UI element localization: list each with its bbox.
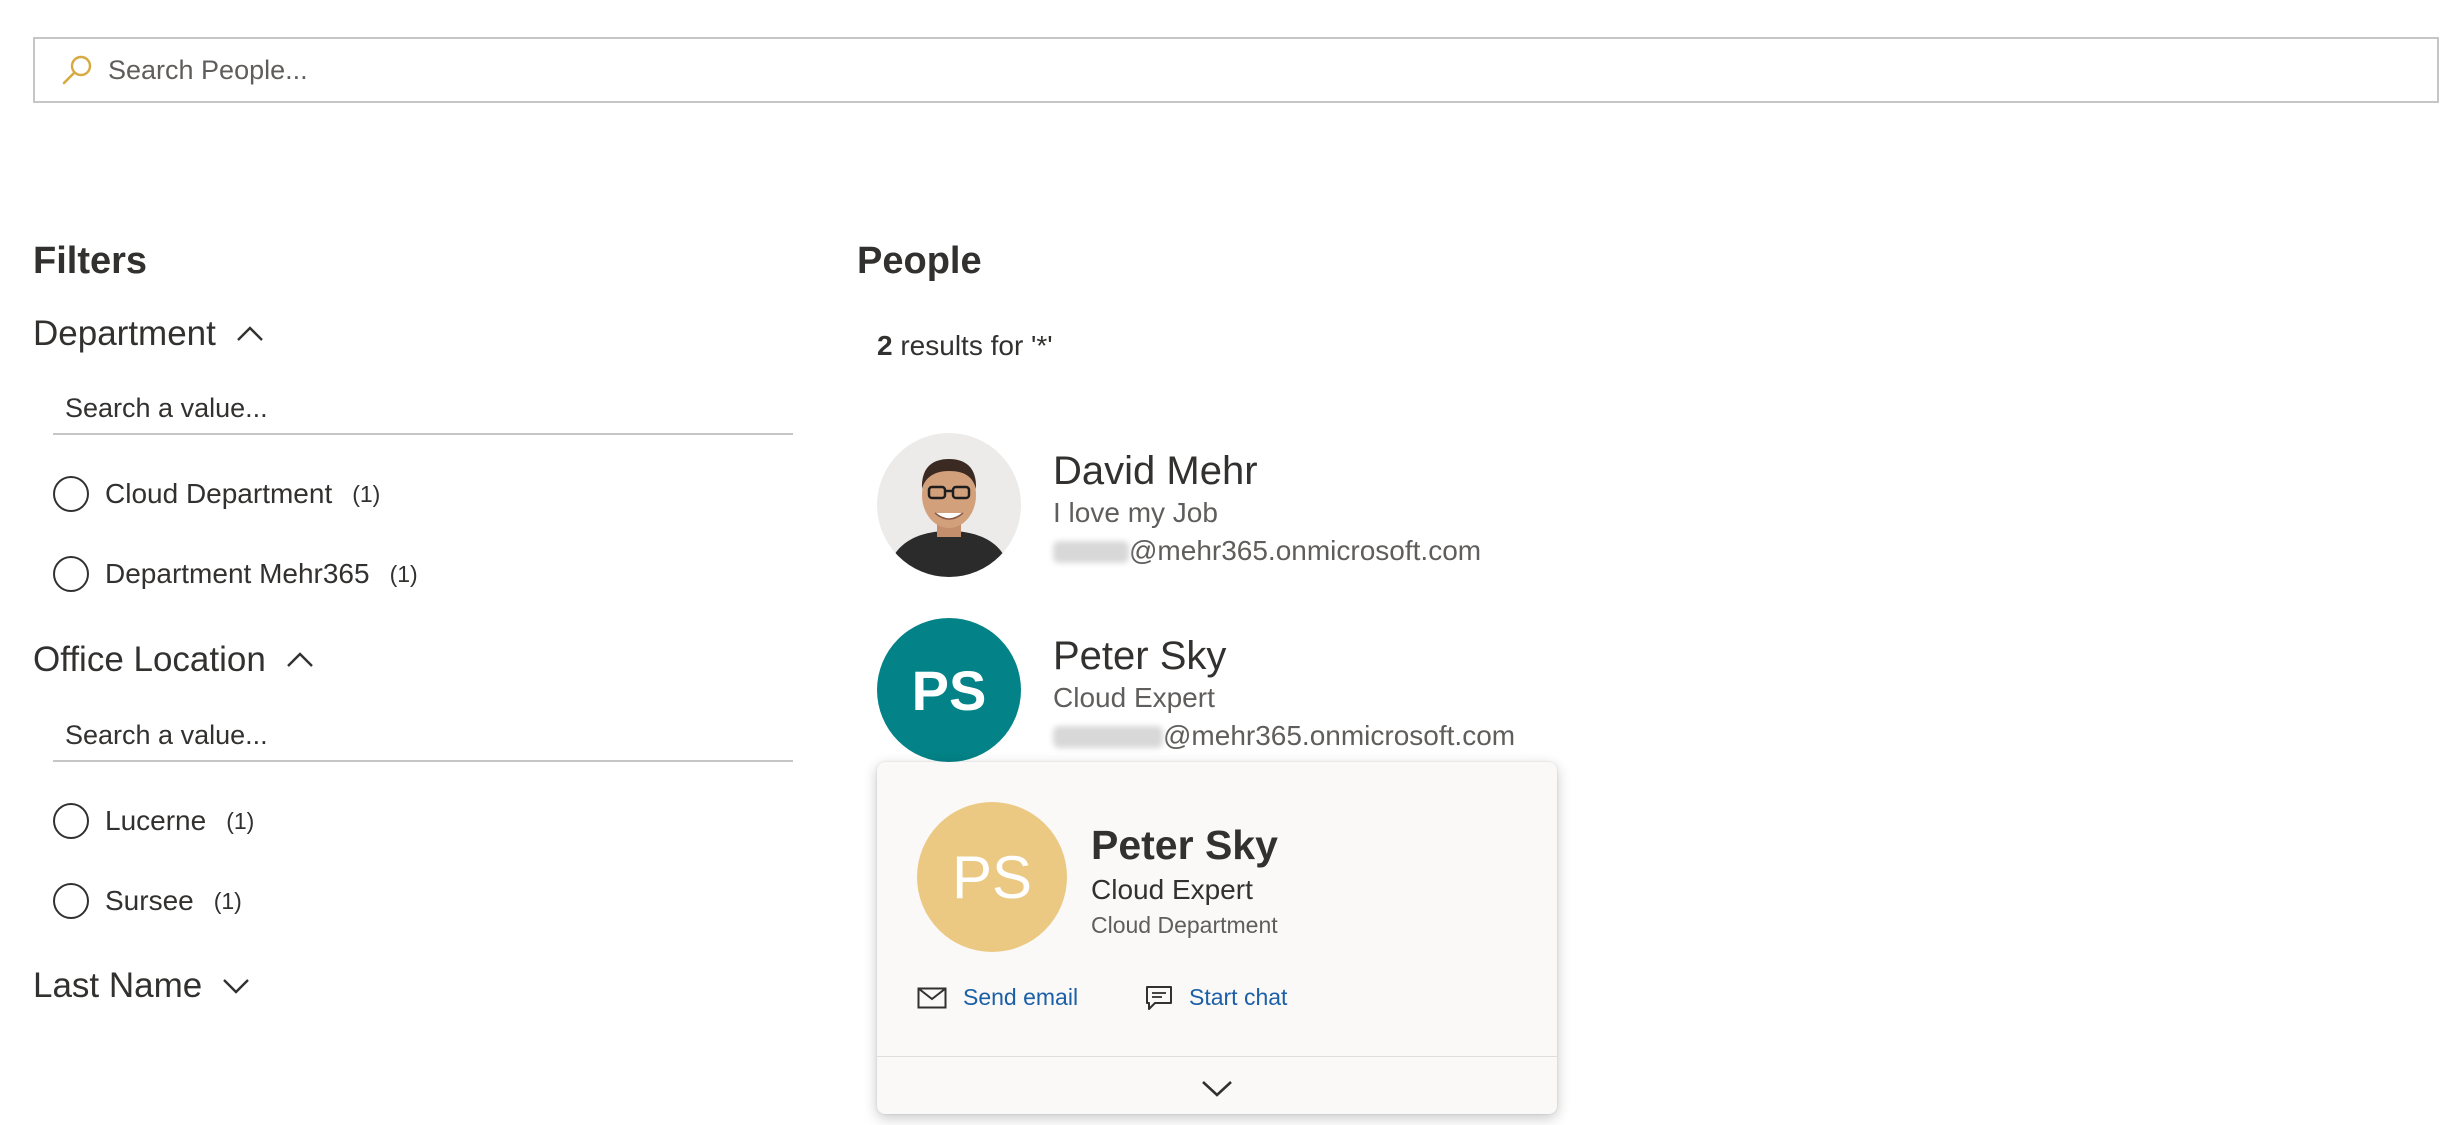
avatar-initials: PS [911,658,987,722]
person-card-department: Cloud Department [1091,912,1278,938]
filter-option-count: (1) [352,480,381,507]
redacted-text [1053,541,1129,563]
chevron-up-icon [237,326,263,341]
send-email-label: Send email [963,984,1079,1010]
filter-option-sursee[interactable]: Sursee (1) [53,880,242,922]
filter-group-last-name[interactable]: Last Name [33,966,250,1006]
person-job-title: Cloud Expert [1053,682,1215,713]
search-icon [62,55,92,85]
mail-icon [917,987,947,1008]
value-search-placeholder: Search a value... [65,393,268,423]
filter-option-label: Lucerne [105,805,207,836]
filter-option-count: (1) [226,807,255,834]
person-job-title: I love my Job [1053,497,1218,528]
filter-option-label: Cloud Department [105,478,333,509]
result-suffix: results for '*' [892,330,1053,361]
filter-group-department[interactable]: Department [33,314,264,354]
person-card-name: Peter Sky [1091,822,1278,868]
filter-option-cloud-department[interactable]: Cloud Department (1) [53,473,380,515]
chevron-down-icon[interactable] [1199,1076,1235,1100]
office-location-value-search[interactable]: Search a value... [53,710,793,762]
radio-button[interactable] [53,556,89,592]
filter-option-label: Sursee [105,885,194,916]
avatar-initials: PS [951,843,1033,911]
results-summary: 2 results for '*' [877,330,1053,362]
search-input[interactable]: Search People... [108,55,308,86]
filter-group-label: Department [33,314,216,353]
radio-button[interactable] [53,803,89,839]
people-search-box[interactable]: Search People... [33,37,2439,103]
filter-group-label: Last Name [33,966,203,1005]
email-domain: @mehr365.onmicrosoft.com [1163,720,1516,751]
radio-button[interactable] [53,883,89,919]
person-card-job-title: Cloud Expert [1091,874,1253,905]
person-card: PS Peter Sky Cloud Expert Cloud Departme… [877,762,1557,1114]
redacted-text [1053,726,1163,748]
send-email-button[interactable]: Send email [917,984,1078,1011]
filter-group-label: Office Location [33,640,266,679]
avatar[interactable]: PS [877,618,1021,762]
filter-option-department-mehr365[interactable]: Department Mehr365 (1) [53,553,418,595]
person-email: @mehr365.onmicrosoft.com [1053,535,1481,567]
email-domain: @mehr365.onmicrosoft.com [1129,535,1482,566]
person-result-peter-sky[interactable]: PS Peter Sky Cloud Expert @mehr365.onmic… [877,618,1777,763]
chat-icon [1146,985,1172,1010]
filter-option-count: (1) [213,887,242,914]
filter-option-count: (1) [389,560,418,587]
person-name[interactable]: Peter Sky [1053,634,1226,679]
department-value-search[interactable]: Search a value... [53,383,793,435]
profile-photo [877,433,1021,577]
people-title: People [857,240,982,282]
chevron-up-icon [286,652,313,667]
result-count: 2 [877,330,893,361]
filter-option-label: Department Mehr365 [105,558,370,589]
chevron-down-icon [223,979,250,994]
person-name[interactable]: David Mehr [1053,449,1258,494]
start-chat-button[interactable]: Start chat [1145,984,1287,1011]
start-chat-label: Start chat [1189,984,1288,1010]
value-search-placeholder: Search a value... [65,720,268,750]
radio-button[interactable] [53,476,89,512]
person-result-david-mehr[interactable]: David Mehr I love my Job @mehr365.onmicr… [877,433,1777,578]
person-card-avatar: PS [917,802,1067,952]
filter-option-lucerne[interactable]: Lucerne (1) [53,800,254,842]
person-email: @mehr365.onmicrosoft.com [1053,720,1515,752]
filters-title: Filters [33,240,148,282]
avatar[interactable] [877,433,1021,577]
divider [877,1056,1557,1057]
filter-group-office-location[interactable]: Office Location [33,640,314,680]
